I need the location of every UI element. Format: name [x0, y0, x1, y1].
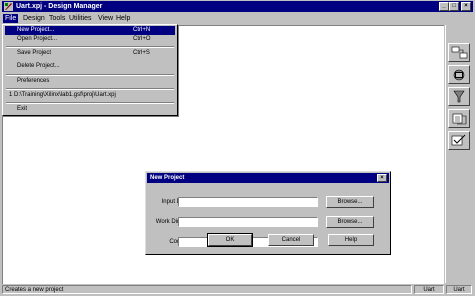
app-icon [4, 2, 13, 11]
design-entry-icon [451, 46, 468, 59]
input-design-field[interactable] [178, 197, 318, 207]
menu-design[interactable]: Design [21, 14, 47, 23]
cancel-button[interactable]: Cancel [268, 234, 314, 246]
implementation-icon [453, 69, 465, 81]
verification-button[interactable] [448, 131, 470, 150]
dialog-close-button[interactable]: × [377, 174, 387, 182]
menu-item-preferences[interactable]: Preferences [5, 77, 175, 86]
minimize-button[interactable]: _ [439, 2, 449, 11]
file-menu-dropdown: New Project... Ctrl+N Open Project... Ct… [2, 24, 178, 116]
menu-tools[interactable]: Tools [47, 14, 67, 23]
dialog-title: New Project [150, 175, 185, 181]
menu-separator [6, 102, 174, 104]
menu-item-recent-project[interactable]: 1 D:\Training\Xilinx\lab1.gsf\proj\Uart.… [5, 91, 175, 100]
ok-button[interactable]: OK [207, 233, 253, 247]
close-button[interactable]: × [461, 2, 471, 11]
menu-help[interactable]: Help [114, 14, 132, 23]
dialog-title-bar[interactable]: New Project × [147, 173, 389, 183]
programming-icon [452, 113, 467, 125]
menu-bar: File Design Tools Utilities View Help [2, 13, 473, 24]
maximize-button[interactable]: □ [449, 2, 459, 11]
simulation-button[interactable] [448, 87, 470, 106]
status-pane-design: Uart [446, 285, 472, 294]
menu-separator [6, 88, 174, 90]
menu-item-exit[interactable]: Exit [5, 105, 175, 114]
menu-file[interactable]: File [3, 14, 19, 23]
work-directory-field[interactable] [178, 217, 318, 227]
design-entry-button[interactable] [448, 43, 470, 62]
menu-separator [6, 46, 174, 48]
browse-work-directory-button[interactable]: Browse... [326, 216, 374, 228]
maximize-icon: □ [452, 3, 456, 9]
close-icon: × [380, 175, 384, 181]
menu-item-new-project[interactable]: New Project... Ctrl+N [5, 26, 175, 35]
window-title: Uart.xpj - Design Manager [16, 3, 103, 10]
menu-separator [6, 74, 174, 76]
help-button[interactable]: Help [328, 234, 374, 246]
menu-utilities[interactable]: Utilities [67, 14, 94, 23]
menu-item-save-project[interactable]: Save Project Ctrl+S [5, 49, 175, 58]
flow-toolbar [445, 25, 474, 283]
simulation-icon [453, 90, 465, 103]
menu-item-open-project[interactable]: Open Project... Ctrl+O [5, 35, 175, 44]
menu-view[interactable]: View [96, 14, 115, 23]
menu-item-delete-project[interactable]: Delete Project... [5, 62, 175, 71]
status-pane-project: Uart [414, 285, 444, 294]
close-icon: × [464, 3, 468, 9]
status-message: Creates a new project [2, 285, 412, 294]
minimize-icon: _ [442, 3, 446, 9]
verification-icon [451, 134, 466, 146]
programming-button[interactable] [448, 109, 470, 128]
implementation-button[interactable] [448, 65, 470, 84]
browse-input-design-button[interactable]: Browse... [326, 196, 374, 208]
status-bar: Creates a new project Uart Uart [2, 285, 473, 295]
title-bar[interactable]: Uart.xpj - Design Manager _ □ × [2, 1, 473, 12]
main-window: Uart.xpj - Design Manager _ □ × File Des… [0, 0, 475, 296]
